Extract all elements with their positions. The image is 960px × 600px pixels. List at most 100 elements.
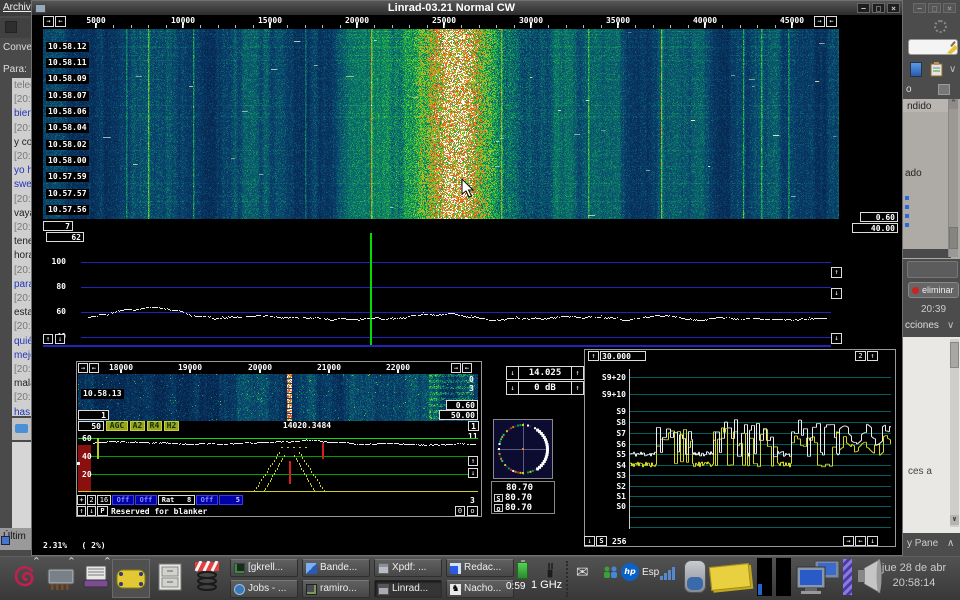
smeter-down-button[interactable]: ↓ — [867, 536, 878, 546]
bb-down-button[interactable]: ↓ — [468, 468, 478, 478]
scale-shift-left-button[interactable]: ← — [55, 16, 66, 27]
gkrellm-meter[interactable] — [776, 558, 791, 596]
ctrl-off-button[interactable]: Off — [135, 495, 157, 505]
keyboard-layout[interactable]: Esp — [642, 567, 659, 579]
blanker-zero-button[interactable]: 0 — [455, 506, 465, 516]
bb-up-button[interactable]: ↑ — [468, 456, 478, 466]
taskbar-task-linrad[interactable]: Linrad... — [374, 580, 442, 598]
debian-menu-icon[interactable] — [10, 563, 40, 593]
clipboard-icon[interactable] — [930, 62, 943, 77]
selected-row[interactable] — [903, 249, 951, 258]
phase-scope[interactable] — [494, 420, 552, 478]
bb-zero-db-box[interactable]: 0.60 — [446, 400, 478, 410]
maximize-button[interactable]: □ — [872, 3, 885, 13]
cpu-chip-icon[interactable] — [46, 566, 76, 592]
bb-shift-left-button[interactable]: ← — [89, 363, 99, 373]
ctrl-plus-button[interactable]: + — [77, 495, 86, 505]
scale-shift-left-button[interactable]: ← — [826, 16, 837, 27]
zigzag-applet-icon[interactable] — [843, 559, 852, 595]
waterfall-zero-db-box[interactable]: 0.60 — [860, 212, 898, 222]
blanker-p-button[interactable]: P — [97, 506, 108, 516]
smeter-graph[interactable] — [629, 365, 891, 533]
minimize-button[interactable]: − — [857, 3, 870, 13]
get-mail-icon[interactable] — [910, 62, 922, 77]
ctrl-16-button[interactable]: 16 — [97, 495, 111, 505]
signal-bars-icon[interactable] — [660, 566, 676, 580]
actions-dropdown[interactable]: cciones — [905, 320, 939, 331]
shift-down-button[interactable]: ↓ — [831, 333, 842, 344]
spectrum-down-button[interactable]: ↓ — [55, 334, 65, 344]
gkrellm-meter[interactable] — [757, 558, 772, 596]
bb-shift-right-button[interactable]: → — [451, 363, 461, 373]
jar-monitor-icon[interactable] — [684, 560, 706, 593]
bb-shift-left-button[interactable]: ← — [462, 363, 472, 373]
network-monitors-icon[interactable] — [795, 559, 841, 597]
frequency-spinner[interactable]: ↓ 14.025 ↑ — [506, 366, 584, 380]
mail-toolbar-button[interactable] — [907, 261, 958, 278]
agc-button[interactable]: AGC — [106, 421, 128, 431]
agc-h2-button[interactable]: H2 — [164, 421, 179, 431]
bb-shift-right-button[interactable]: → — [78, 363, 88, 373]
blanker-up-button[interactable]: ↑ — [77, 506, 86, 516]
smeter-avg-box[interactable]: 2 — [855, 351, 866, 361]
waterfall-avg-box[interactable]: 62 — [46, 232, 84, 242]
taskbar-task-nacho[interactable]: ♞Nacho... — [446, 580, 514, 598]
smeter-left-button[interactable]: ← — [855, 536, 866, 546]
blanker-down-button[interactable]: ↓ — [87, 506, 96, 516]
main-waterfall[interactable] — [43, 29, 839, 219]
chat-tab[interactable]: Conve — [3, 42, 32, 54]
scale-shift-right-button[interactable]: → — [814, 16, 825, 27]
chat-mini-icon[interactable] — [1, 536, 10, 545]
printer-icon[interactable] — [82, 564, 110, 590]
chevron-up-icon[interactable]: ∧ — [947, 538, 954, 549]
taskbar-task-jobs[interactable]: Jobs - ... — [230, 580, 298, 598]
mail-list[interactable]: ndido ado ^ — [903, 99, 960, 259]
broom-icon[interactable] — [945, 41, 958, 54]
scroll-up-icon[interactable]: ^ — [949, 99, 958, 109]
ctrl-off-button[interactable]: Off — [196, 495, 218, 505]
ctrl-2-button[interactable]: 2 — [87, 495, 96, 505]
gain-up-button[interactable]: ↑ — [831, 267, 842, 278]
scrollbar-thumb[interactable] — [950, 342, 959, 368]
close-button[interactable]: × — [943, 3, 956, 13]
mail-list-item[interactable]: ado — [905, 168, 922, 179]
pane-scrollbar[interactable]: ∨ — [950, 339, 959, 527]
smeter-up-button[interactable]: ↑ — [867, 351, 878, 361]
taskbar-task-gkrellm[interactable]: [gkrell... — [230, 559, 298, 577]
view-grid-icon[interactable] — [938, 84, 950, 95]
maximize-button[interactable]: □ — [928, 3, 941, 13]
notes-icon[interactable] — [709, 563, 751, 591]
chevron-down-icon[interactable]: ∨ — [947, 320, 954, 331]
ctrl-5-button[interactable]: 5 — [219, 495, 243, 505]
smeter-mode-button[interactable]: S — [596, 536, 607, 546]
bb-right-box[interactable]: 1 — [468, 421, 479, 431]
linrad-titlebar[interactable]: Linrad-03.21 Normal CW − □ × — [32, 1, 902, 15]
scroll-down-icon[interactable]: ∨ — [950, 515, 959, 525]
ctrl-off-button[interactable]: Off — [112, 495, 134, 505]
smeter-up-button[interactable]: ↑ — [588, 351, 599, 361]
scrollbar-thumb[interactable] — [949, 227, 958, 249]
baseband-spectrum[interactable] — [78, 433, 478, 495]
waterfall-rows-box[interactable]: 7 — [43, 221, 73, 231]
taskbar-task-redac[interactable]: Redac... — [446, 559, 514, 577]
scale-shift-right-button[interactable]: → — [43, 16, 54, 27]
desktop-app-launcher[interactable] — [112, 559, 150, 598]
search-input[interactable] — [908, 39, 958, 55]
clock-applet[interactable]: jue 28 de abr 20:58:14 — [870, 561, 958, 591]
jack-in-the-box-icon[interactable] — [192, 561, 222, 593]
ctrl-rat-button[interactable]: Rat 8 — [158, 495, 195, 505]
mail-notify-icon[interactable]: ✉ — [576, 564, 589, 580]
bb-range-db-box[interactable]: 50.00 — [439, 410, 478, 420]
mail-list-scrollbar[interactable]: ^ — [948, 99, 958, 257]
bb-fft-box[interactable]: 50 — [78, 421, 104, 431]
smeter-down-button[interactable]: ↓ — [584, 536, 595, 546]
taskbar-task-bande[interactable]: Bande... — [302, 559, 370, 577]
waterfall-range-db-box[interactable]: 40.00 — [852, 223, 898, 233]
file-cabinet-icon[interactable] — [158, 563, 182, 591]
smeter-right-button[interactable]: → — [843, 536, 854, 546]
taskbar-task-xpdf[interactable]: Xpdf: ... — [374, 559, 442, 577]
delete-button[interactable]: eliminar — [908, 282, 959, 298]
baseband-waterfall[interactable] — [78, 374, 478, 421]
freq-down-button[interactable]: ↓ — [507, 367, 519, 379]
gain-down-button[interactable]: ↓ — [507, 382, 519, 394]
